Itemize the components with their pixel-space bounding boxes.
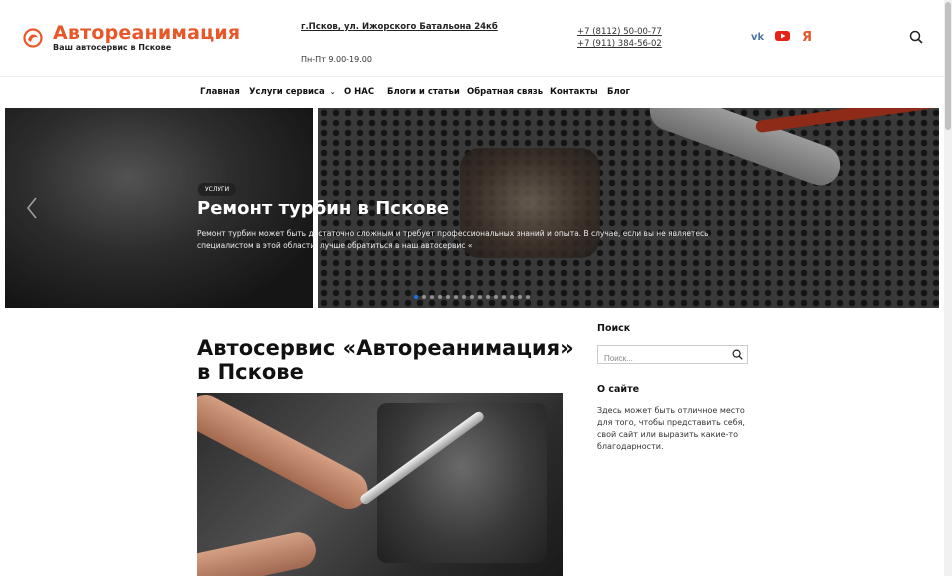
- nav-item-services[interactable]: Услуги сервиса ⌄: [249, 87, 336, 97]
- slider-dot[interactable]: [414, 295, 418, 299]
- page-title: Автосервис «Автореанимация» в Пскове: [197, 336, 574, 384]
- nav-item-feedback[interactable]: Обратная связь: [467, 87, 543, 97]
- search-icon[interactable]: [732, 349, 743, 360]
- address-link[interactable]: г.Псков, ул. Ижорского Батальона 24кб: [301, 22, 498, 32]
- slider-dot[interactable]: [470, 295, 474, 299]
- phone-list: +7 (8112) 50-00-77 +7 (911) 384-56-02: [577, 26, 662, 50]
- search-icon[interactable]: [909, 30, 923, 44]
- slider-dot[interactable]: [430, 295, 434, 299]
- site-header: Автореанимация Ваш автосервис в Пскове г…: [0, 0, 944, 76]
- category-badge[interactable]: УСЛУГИ: [198, 183, 237, 196]
- mechanic-arm-shape: [197, 528, 320, 576]
- mechanic-arm-shape: [197, 393, 375, 516]
- slider-dot[interactable]: [478, 295, 482, 299]
- page-scrollbar[interactable]: [944, 0, 952, 576]
- vk-icon[interactable]: vk: [750, 29, 766, 43]
- sidebar-about-heading: О сайте: [597, 384, 640, 395]
- slide-excerpt: Ремонт турбин может быть достаточно слож…: [197, 229, 709, 250]
- slider-dot[interactable]: [526, 295, 530, 299]
- svg-text:Я: Я: [802, 30, 812, 43]
- sidebar-search-heading: Поиск: [597, 323, 631, 334]
- sidebar-about-text: Здесь может быть отличное место для того…: [597, 406, 745, 451]
- nav-item-about[interactable]: О НАС: [344, 87, 374, 97]
- svg-text:vk: vk: [751, 32, 765, 43]
- slider-dot[interactable]: [502, 295, 506, 299]
- chevron-left-icon[interactable]: [25, 196, 39, 220]
- nav-item-home[interactable]: Главная: [200, 87, 240, 97]
- nav-item-blog[interactable]: Блог: [607, 87, 630, 97]
- nav-item-label: Услуги сервиса: [249, 87, 325, 97]
- slider-dot[interactable]: [510, 295, 514, 299]
- slide-overlay: [5, 108, 939, 308]
- logo-icon[interactable]: [22, 28, 44, 48]
- slider-dot[interactable]: [518, 295, 522, 299]
- slider-pagination: [414, 295, 534, 299]
- slider-dot[interactable]: [454, 295, 458, 299]
- featured-image: [197, 393, 563, 576]
- working-hours: Пн-Пт 9.00-19.00: [301, 55, 372, 64]
- slide-title[interactable]: Ремонт турбин в Пскове: [197, 198, 449, 219]
- nav-item-contacts[interactable]: Контакты: [550, 87, 598, 97]
- slider-dot[interactable]: [486, 295, 490, 299]
- search-input[interactable]: [598, 350, 726, 367]
- phone-link[interactable]: +7 (8112) 50-00-77: [577, 26, 662, 38]
- sidebar-search-form: [597, 345, 748, 367]
- main-navigation: Главная Услуги сервиса ⌄ О НАС Блоги и ст…: [0, 76, 944, 108]
- scrollbar-thumb[interactable]: [945, 2, 951, 130]
- slider-dot[interactable]: [462, 295, 466, 299]
- phone-link[interactable]: +7 (911) 384-56-02: [577, 38, 662, 50]
- hero-slider[interactable]: УСЛУГИ Ремонт турбин в Пскове Ремонт тур…: [5, 108, 939, 308]
- nav-item-blogs-articles[interactable]: Блоги и статьи: [387, 87, 460, 97]
- slider-dot[interactable]: [494, 295, 498, 299]
- slider-dot[interactable]: [438, 295, 442, 299]
- logo-title[interactable]: Автореанимация: [53, 22, 240, 44]
- chevron-down-icon: ⌄: [329, 88, 336, 96]
- logo-subtitle: Ваш автосервис в Пскове: [53, 43, 172, 52]
- yandex-icon[interactable]: Я: [802, 29, 812, 43]
- youtube-icon[interactable]: [775, 29, 790, 43]
- slider-dot[interactable]: [422, 295, 426, 299]
- slider-dot[interactable]: [446, 295, 450, 299]
